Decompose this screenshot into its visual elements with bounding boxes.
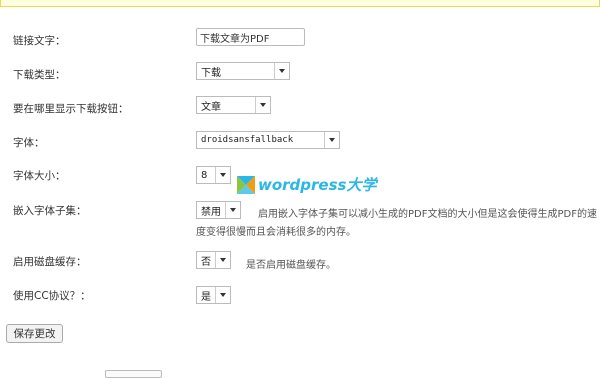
cc-license-value: 是 <box>201 291 211 303</box>
save-button[interactable]: 保存更改 <box>6 324 63 343</box>
font-value: droidsansfallback <box>201 135 294 145</box>
logo-icon <box>237 175 255 194</box>
cc-license-label: 使用CC协议？： <box>13 290 91 302</box>
chevron-down-icon <box>225 202 240 218</box>
download-type-select[interactable]: 下载 <box>196 62 290 80</box>
chevron-down-icon <box>215 287 230 303</box>
link-text-input[interactable] <box>196 28 305 46</box>
partial-element <box>105 370 162 378</box>
chevron-down-icon <box>215 252 230 268</box>
chevron-down-icon <box>255 97 270 113</box>
embed-subset-label: 嵌入字体子集： <box>13 205 87 217</box>
disk-cache-label: 启用磁盘缓存： <box>13 256 87 268</box>
chevron-down-icon <box>324 132 339 148</box>
link-text-label: 链接文字： <box>13 35 66 47</box>
button-location-select[interactable]: 文章 <box>196 96 271 114</box>
chevron-down-icon <box>215 167 230 183</box>
cc-license-select[interactable]: 是 <box>196 286 231 304</box>
font-label: 字体： <box>13 137 45 149</box>
disk-cache-select[interactable]: 否 <box>196 251 231 269</box>
embed-subset-select[interactable]: 禁用 <box>196 201 241 219</box>
embed-subset-description-line2: 度变得很慢而且会消耗很多的内存。 <box>196 227 356 238</box>
embed-subset-value: 禁用 <box>201 206 221 218</box>
disk-cache-description: 是否启用磁盘缓存。 <box>246 260 336 271</box>
chevron-down-icon <box>274 63 289 79</box>
font-size-select[interactable]: 8 <box>196 166 231 184</box>
logo-text: wordpress大学 <box>258 176 377 194</box>
download-type-value: 下载 <box>201 67 221 79</box>
button-location-label: 要在哪里显示下载按钮： <box>13 103 129 115</box>
embed-subset-description-line1: 启用嵌入字体子集可以减小生成的PDF文档的大小但是这会使得生成PDF的速 <box>258 209 597 220</box>
font-size-value: 8 <box>201 169 208 181</box>
font-size-label: 字体大小： <box>13 170 66 182</box>
disk-cache-value: 否 <box>201 256 211 268</box>
font-select[interactable]: droidsansfallback <box>196 131 340 149</box>
download-type-label: 下载类型： <box>13 69 66 81</box>
wordpress-daxue-logo: wordpress大学 <box>237 174 376 195</box>
button-location-value: 文章 <box>201 101 221 113</box>
notice-bar <box>0 0 600 7</box>
